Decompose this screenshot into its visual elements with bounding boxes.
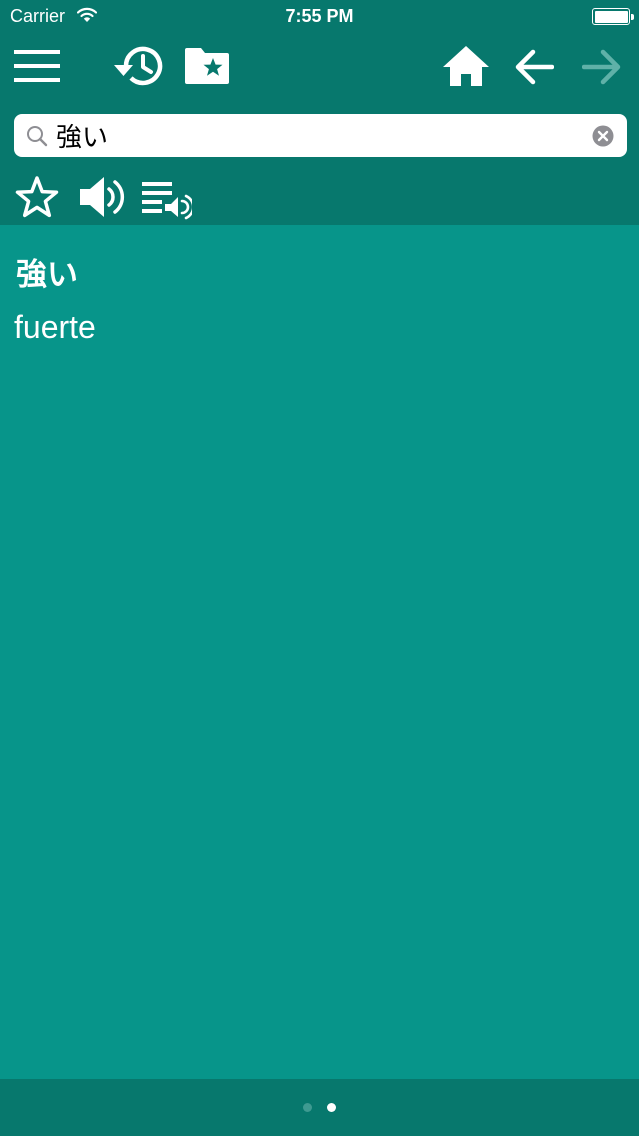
status-bar: Carrier 7:55 PM (0, 0, 639, 34)
search-input[interactable] (56, 118, 586, 153)
search-box[interactable] (14, 114, 627, 157)
back-arrow-icon[interactable] (514, 49, 554, 85)
forward-arrow-icon[interactable] (582, 49, 622, 85)
status-time: 7:55 PM (285, 6, 354, 26)
search-icon (27, 126, 48, 147)
entry-term: 強い (16, 257, 78, 293)
speaker-icon[interactable] (78, 174, 128, 220)
header-bar: Carrier 7:55 PM (0, 0, 639, 225)
page-dot[interactable] (303, 1103, 312, 1112)
clear-icon[interactable] (592, 125, 614, 147)
playlist-audio-icon[interactable] (142, 180, 192, 220)
page-control-bar (0, 1079, 639, 1136)
entry-translation: fuerte (14, 309, 96, 345)
favorites-folder-icon[interactable] (183, 46, 231, 86)
history-icon[interactable] (112, 44, 164, 88)
page-dot[interactable] (327, 1103, 336, 1112)
home-icon[interactable] (442, 45, 490, 87)
battery-icon (592, 8, 634, 25)
menu-icon[interactable] (14, 50, 60, 82)
star-icon[interactable] (14, 175, 60, 219)
